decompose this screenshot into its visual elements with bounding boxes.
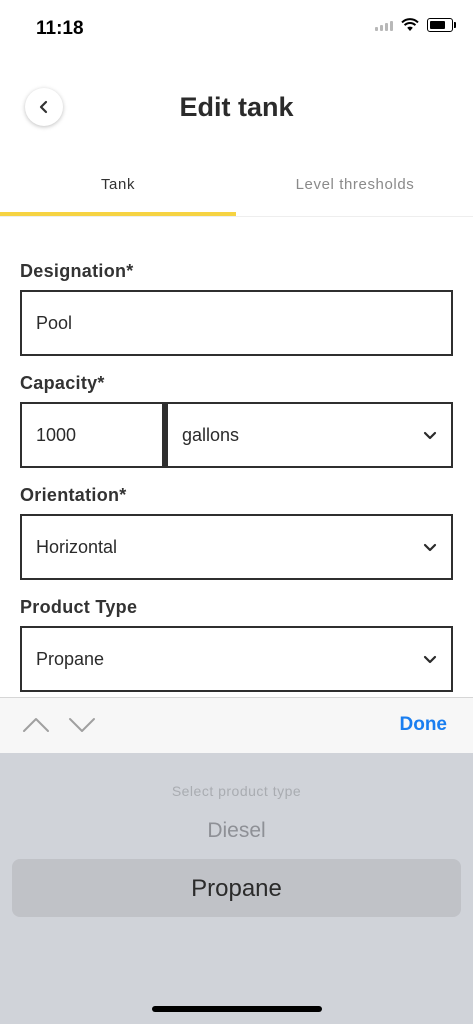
capacity-field[interactable]: 1000 (20, 402, 164, 468)
product-type-value: Propane (36, 648, 105, 669)
designation-value: Pool (36, 312, 73, 333)
product-type-select[interactable]: Propane (20, 626, 453, 692)
wifi-icon (401, 18, 419, 31)
product-type-label: Product Type (20, 597, 138, 617)
chevron-up-icon[interactable] (22, 715, 50, 735)
orientation-select[interactable]: Horizontal (20, 514, 453, 580)
home-indicator (152, 1006, 322, 1012)
page-title: Edit tank (179, 92, 294, 122)
tank-form: Designation* Pool Capacity* 1000 gallons… (20, 258, 453, 692)
status-bar: 11:18 (0, 0, 473, 56)
tab-level-thresholds[interactable]: Level thresholds (237, 160, 473, 214)
chevron-down-icon (423, 543, 437, 552)
picker-option-propane[interactable]: Propane (0, 875, 473, 903)
picker-option-diesel[interactable]: Diesel (0, 819, 473, 843)
capacity-label: Capacity* (20, 373, 105, 393)
designation-label: Designation* (20, 261, 134, 281)
status-time: 11:18 (36, 18, 84, 39)
designation-field[interactable]: Pool (20, 290, 453, 356)
chevron-down-icon (423, 655, 437, 664)
product-type-picker[interactable]: Select product type Diesel Propane (0, 753, 473, 1024)
orientation-value: Horizontal (36, 536, 118, 557)
capacity-unit-select[interactable]: gallons (164, 402, 453, 468)
header: Edit tank (0, 80, 473, 140)
chevron-down-icon (423, 431, 437, 440)
tab-tank[interactable]: Tank (0, 160, 236, 216)
status-icons (375, 18, 456, 32)
picker-placeholder[interactable]: Select product type (0, 783, 473, 799)
battery-icon (427, 18, 456, 32)
orientation-label: Orientation* (20, 485, 127, 505)
chevron-down-icon[interactable] (68, 715, 96, 735)
keyboard-accessory-bar: Done (0, 697, 473, 754)
done-button[interactable]: Done (400, 714, 448, 736)
capacity-value: 1000 (36, 424, 77, 445)
capacity-row: 1000 gallons (20, 402, 453, 468)
tab-bar: Tank Level thresholds (0, 160, 473, 217)
cellular-signal-icon (375, 19, 393, 31)
capacity-unit-value: gallons (182, 424, 240, 445)
